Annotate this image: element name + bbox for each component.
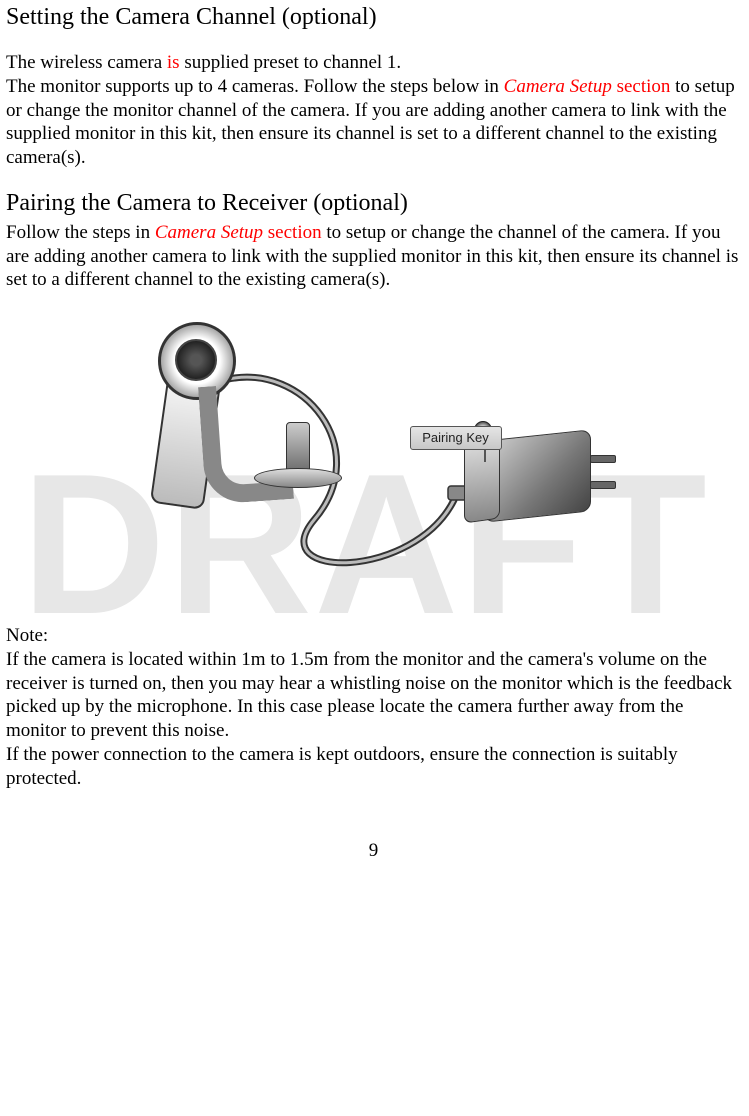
paragraph-preset: The wireless camera is supplied preset t… [6, 51, 741, 75]
text: Follow the steps in [6, 222, 155, 243]
text-red-is: is [167, 52, 180, 73]
link-camera-setup: Camera Setup [504, 76, 612, 97]
text-red-section-2: section [263, 222, 322, 243]
label-pairing-key: Pairing Key [410, 426, 502, 450]
paragraph-follow-steps: Follow the steps in Camera Setup section… [6, 221, 741, 292]
text: The monitor supports up to 4 cameras. Fo… [6, 76, 504, 97]
label-leader-line [484, 450, 486, 462]
heading-pairing: Pairing the Camera to Receiver (optional… [6, 190, 741, 217]
camera-illustration [154, 318, 354, 493]
figure-pairing-key: Pairing Key [6, 310, 741, 600]
text: The wireless camera [6, 52, 167, 73]
heading-camera-channel: Setting the Camera Channel (optional) [6, 4, 741, 31]
text: supplied preset to channel 1. [180, 52, 402, 73]
paragraph-monitor-supports: The monitor supports up to 4 cameras. Fo… [6, 75, 741, 170]
text-red-section: section [612, 76, 671, 97]
note-title: Note: [6, 624, 741, 648]
note-paragraph-1: If the camera is located within 1m to 1.… [6, 648, 741, 743]
page-number: 9 [6, 840, 741, 872]
note-paragraph-2: If the power connection to the camera is… [6, 743, 741, 791]
link-camera-setup-2: Camera Setup [155, 222, 263, 243]
